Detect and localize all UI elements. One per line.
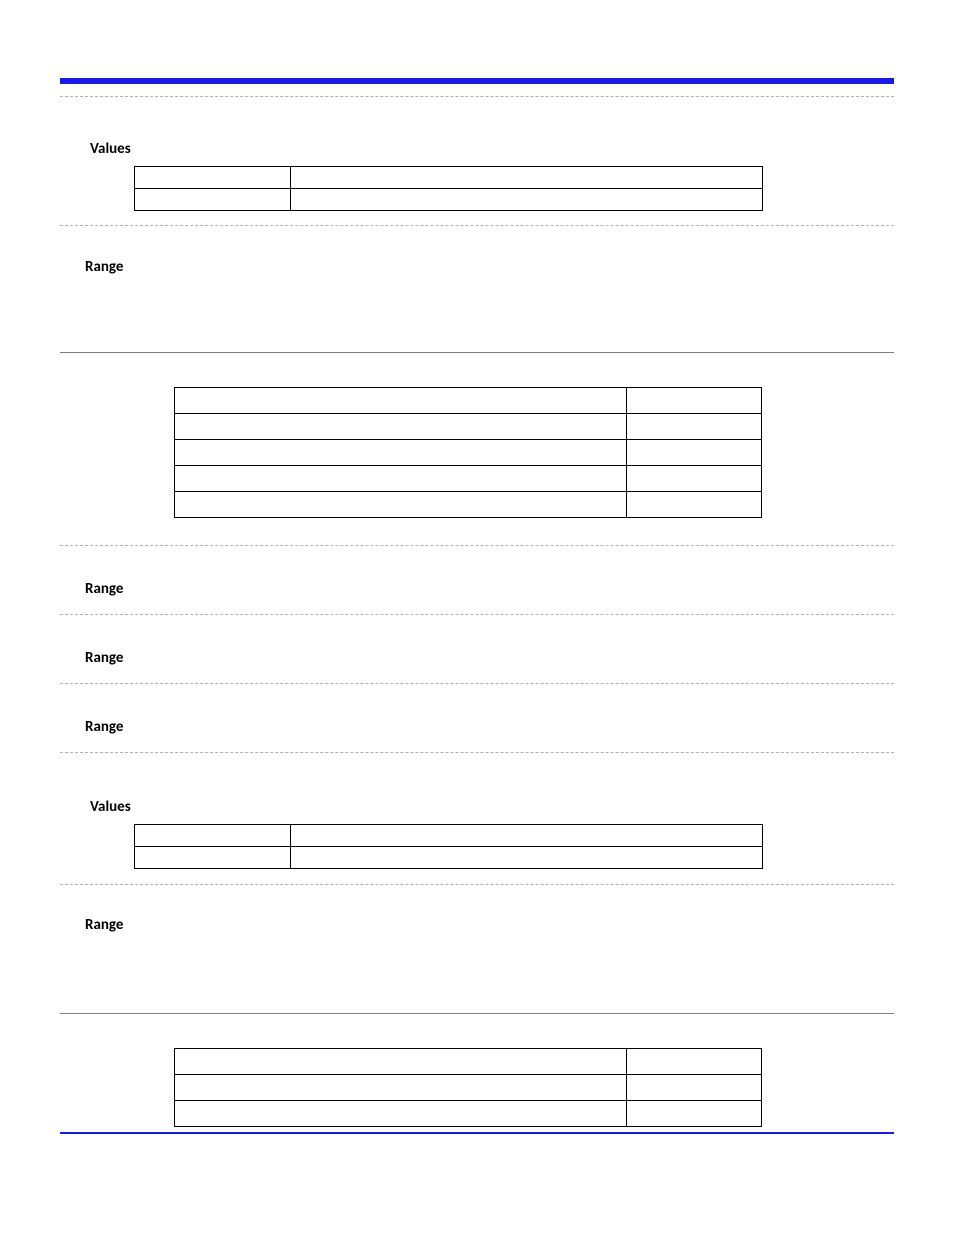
range-label-3: Range (85, 649, 123, 667)
table-cell (175, 440, 627, 466)
table-cell (175, 466, 627, 492)
table-row (175, 1075, 762, 1101)
table-cell (627, 1049, 762, 1075)
table-cell (135, 167, 291, 189)
dash-divider (60, 96, 894, 97)
table-cell (627, 1075, 762, 1101)
top-rule (60, 78, 894, 84)
range-label-5: Range (85, 916, 123, 934)
dash-divider (60, 884, 894, 885)
table-cell (135, 847, 291, 869)
solid-divider (60, 352, 894, 353)
table-cell (175, 414, 627, 440)
table-row (135, 847, 763, 869)
table-cell (627, 440, 762, 466)
table-cell (627, 414, 762, 440)
table-cell (291, 189, 763, 211)
dash-divider (60, 225, 894, 226)
range-label-1: Range (85, 258, 123, 276)
table-row (175, 414, 762, 440)
dash-divider (60, 683, 894, 684)
table-row (175, 1101, 762, 1127)
table-row (135, 189, 763, 211)
dash-divider (60, 614, 894, 615)
table-cell (291, 847, 763, 869)
table-row (135, 825, 763, 847)
dash-divider (60, 752, 894, 753)
table-row (175, 388, 762, 414)
table-row (175, 466, 762, 492)
table-cell (175, 492, 627, 518)
table-cell (175, 388, 627, 414)
table-cell (291, 825, 763, 847)
table-cell (291, 167, 763, 189)
table-cell (175, 1101, 627, 1127)
range-table-2 (174, 1048, 762, 1127)
table-cell (627, 1101, 762, 1127)
bottom-rule (60, 1132, 894, 1134)
table-row (135, 167, 763, 189)
range-label-4: Range (85, 718, 123, 736)
values-label-1: Values (90, 140, 131, 158)
document-page: Values Range (0, 0, 954, 1235)
table-cell (175, 1075, 627, 1101)
range-label-2: Range (85, 580, 123, 598)
table-row (175, 492, 762, 518)
dash-divider (60, 545, 894, 546)
table-row (175, 440, 762, 466)
values-label-2: Values (90, 798, 131, 816)
table-cell (135, 189, 291, 211)
table-cell (627, 492, 762, 518)
values-table-2 (134, 824, 763, 869)
solid-divider (60, 1013, 894, 1014)
values-table-1 (134, 166, 763, 211)
table-row (175, 1049, 762, 1075)
table-cell (627, 466, 762, 492)
table-cell (135, 825, 291, 847)
range-table-1 (174, 387, 762, 518)
table-cell (175, 1049, 627, 1075)
table-cell (627, 388, 762, 414)
